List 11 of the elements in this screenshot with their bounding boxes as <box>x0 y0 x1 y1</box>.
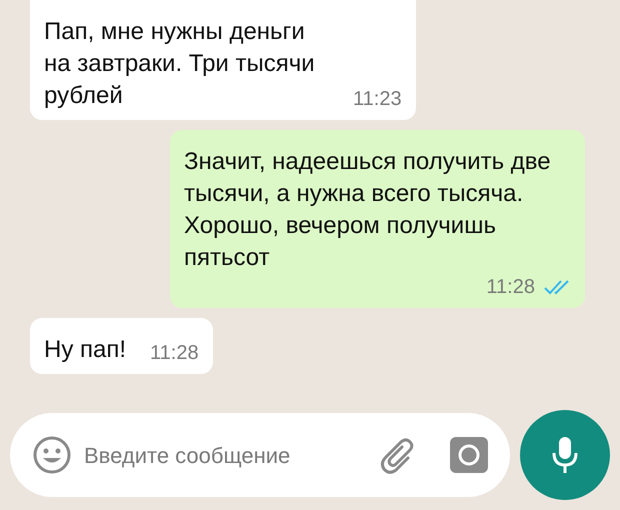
camera-icon[interactable] <box>450 437 488 473</box>
message-time: 11:28 <box>150 341 199 366</box>
message-time: 11:28 <box>486 275 535 300</box>
message-text: Ну пап! <box>44 335 126 365</box>
emoji-icon[interactable] <box>32 435 72 475</box>
message-text: Пап, мне нужны деньги на завтраки. Три тысячи рублей <box>44 17 316 111</box>
microphone-icon <box>551 435 579 475</box>
message-input[interactable]: Введите сообщение <box>84 438 378 472</box>
message-text: Значит, надеешься получить две тысячи, а нужна всего тысяча. Хорошо, вечером получишь пятьсот <box>184 147 552 273</box>
message-time: 11:23 <box>353 87 402 112</box>
message-input-field[interactable]: Введите сообщение <box>10 413 510 497</box>
